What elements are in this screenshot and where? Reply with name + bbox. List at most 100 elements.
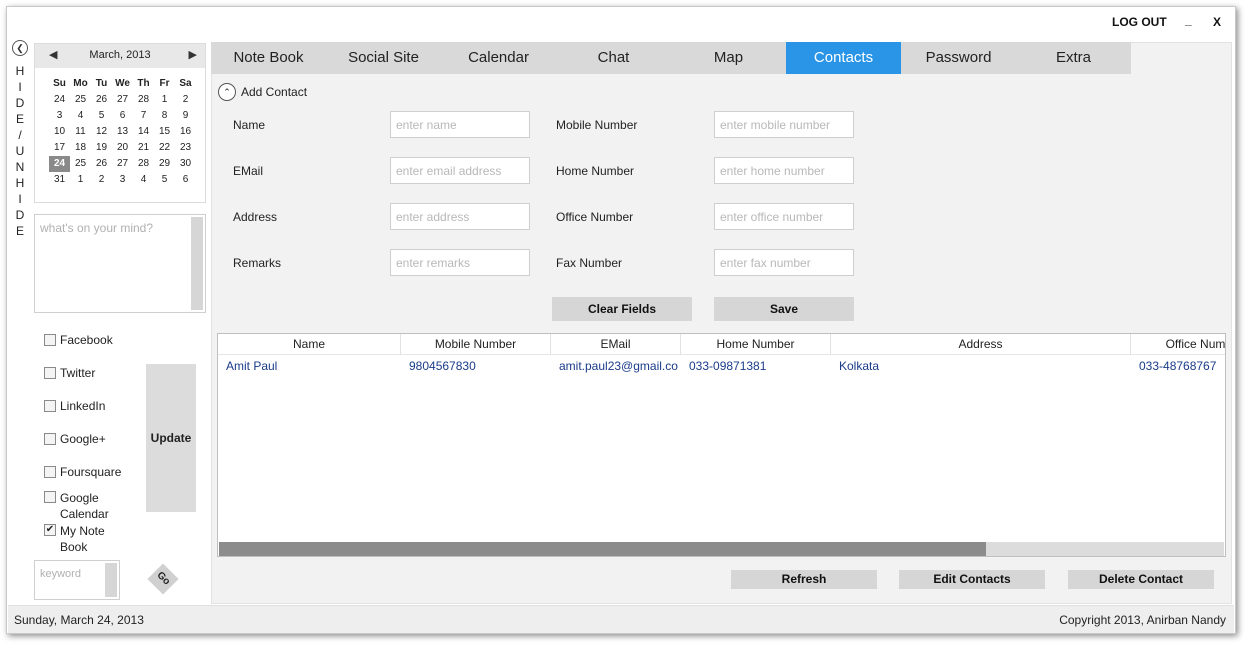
go-button[interactable]: Go [147,563,179,595]
email-input[interactable] [390,157,530,184]
tab-contacts[interactable]: Contacts [786,42,901,74]
social-checkbox-item[interactable]: Google+ [44,432,106,446]
tab-extra[interactable]: Extra [1016,42,1131,74]
calendar-day[interactable]: 25 [70,92,91,108]
checkbox-icon[interactable] [44,400,56,412]
calendar-day[interactable]: 22 [154,140,175,156]
calendar-day[interactable]: 1 [70,172,91,188]
next-month-icon[interactable]: ▶ [189,48,197,61]
social-checkbox-item[interactable]: Foursquare [44,465,121,479]
chevron-up-icon[interactable]: ⌃ [218,83,236,101]
tab-note-book[interactable]: Note Book [211,42,326,74]
column-header[interactable]: EMail [551,334,681,355]
column-header[interactable]: Mobile Number [401,334,551,355]
calendar-day[interactable]: 31 [49,172,70,188]
office-number-input[interactable] [714,203,854,230]
social-checkbox-item[interactable]: Twitter [44,366,95,380]
calendar-day[interactable]: 15 [154,124,175,140]
textarea-scrollbar[interactable] [191,217,203,310]
calendar-day[interactable]: 21 [133,140,154,156]
social-checkbox-item[interactable]: Google Calendar [44,490,126,522]
calendar-day[interactable]: 23 [175,140,196,156]
horizontal-scrollbar[interactable] [219,542,1224,556]
checkbox-checked-icon[interactable]: ✔ [44,524,56,536]
save-button[interactable]: Save [714,297,854,321]
calendar-day[interactable]: 6 [175,172,196,188]
social-checkbox-item[interactable]: LinkedIn [44,399,105,413]
calendar-day[interactable]: 3 [49,108,70,124]
update-button[interactable]: Update [146,364,196,512]
calendar-day[interactable]: 29 [154,156,175,172]
home-number-input[interactable] [714,157,854,184]
calendar-day[interactable]: 24 [49,156,70,172]
checkbox-icon[interactable] [44,491,56,503]
calendar-day[interactable]: 2 [175,92,196,108]
calendar-day[interactable]: 30 [175,156,196,172]
calendar-day[interactable]: 5 [91,108,112,124]
calendar-day[interactable]: 6 [112,108,133,124]
calendar-day[interactable]: 4 [133,172,154,188]
calendar-day[interactable]: 18 [70,140,91,156]
mobile-number-input[interactable] [714,111,854,138]
social-checkbox-item[interactable]: Facebook [44,333,113,347]
calendar-day[interactable]: 8 [154,108,175,124]
column-header[interactable]: Home Number [681,334,831,355]
calendar-day[interactable]: 3 [112,172,133,188]
calendar-day[interactable]: 26 [91,92,112,108]
fax-number-input[interactable] [714,249,854,276]
scrollbar-thumb[interactable] [219,542,986,556]
calendar-day[interactable]: 13 [112,124,133,140]
calendar-day[interactable]: 24 [49,92,70,108]
address-input[interactable] [390,203,530,230]
calendar-day[interactable]: 10 [49,124,70,140]
checkbox-icon[interactable] [44,367,56,379]
calendar-day[interactable]: 25 [70,156,91,172]
edit-contacts-button[interactable]: Edit Contacts [899,570,1045,589]
calendar-day[interactable]: 12 [91,124,112,140]
remarks-input[interactable] [390,249,530,276]
keyword-input[interactable]: keyword [34,560,120,600]
column-header[interactable]: Address [831,334,1131,355]
calendar-day[interactable]: 1 [154,92,175,108]
calendar-day[interactable]: 2 [91,172,112,188]
name-input[interactable] [390,111,530,138]
add-contact-toggle[interactable]: ⌃ Add Contact [218,83,307,101]
calendar-day[interactable]: 16 [175,124,196,140]
table-row[interactable]: Amit Paul 9804567830 amit.paul23@gmail.co 0… [218,356,1225,376]
calendar-day[interactable]: 11 [70,124,91,140]
calendar-day[interactable]: 26 [91,156,112,172]
calendar-day[interactable]: 20 [112,140,133,156]
tab-password[interactable]: Password [901,42,1016,74]
calendar-day[interactable]: 4 [70,108,91,124]
delete-contact-button[interactable]: Delete Contact [1068,570,1214,589]
calendar-day[interactable]: 5 [154,172,175,188]
checkbox-icon[interactable] [44,433,56,445]
calendar-day[interactable]: 27 [112,92,133,108]
tab-map[interactable]: Map [671,42,786,74]
chevron-left-icon[interactable]: ❮ [12,40,28,56]
clear-fields-button[interactable]: Clear Fields [552,297,692,321]
status-textarea[interactable]: what's on your mind? [34,214,206,313]
tab-chat[interactable]: Chat [556,42,671,74]
tab-calendar[interactable]: Calendar [441,42,556,74]
refresh-button[interactable]: Refresh [731,570,877,589]
calendar-day[interactable]: 28 [133,92,154,108]
calendar-day[interactable]: 17 [49,140,70,156]
logout-button[interactable]: LOG OUT [1112,15,1167,29]
keyword-scrollbar[interactable] [105,563,117,597]
checkbox-icon[interactable] [44,334,56,346]
close-button[interactable]: X [1213,15,1221,29]
calendar-day[interactable]: 7 [133,108,154,124]
calendar-day[interactable]: 19 [91,140,112,156]
hide-unhide-label[interactable]: H I D E / U N H I D E [14,63,26,239]
checkbox-icon[interactable] [44,466,56,478]
column-header[interactable]: Office Num [1131,334,1225,355]
calendar-day[interactable]: 27 [112,156,133,172]
column-header[interactable]: Name [218,334,401,355]
minimize-button[interactable]: _ [1185,13,1192,27]
tab-social-site[interactable]: Social Site [326,42,441,74]
calendar-day[interactable]: 28 [133,156,154,172]
calendar-day[interactable]: 9 [175,108,196,124]
calendar-day[interactable]: 14 [133,124,154,140]
social-checkbox-item[interactable]: ✔ My Note Book [44,523,126,555]
